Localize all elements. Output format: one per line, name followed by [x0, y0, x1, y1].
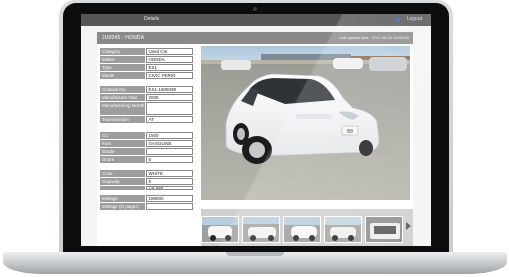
- spec-row: Type ES1: [100, 63, 193, 71]
- thumbnail[interactable]: [365, 216, 403, 243]
- spec-group-basic: Category Used Car Maker HONDA Type ES1 Mode…: [100, 47, 193, 79]
- spec-value: GASOLINE: [145, 139, 193, 147]
- spec-row: 1.5L Blue: [100, 185, 193, 190]
- chevron-right-icon[interactable]: [406, 222, 411, 230]
- thumbnail[interactable]: [242, 216, 280, 243]
- spec-label: Manufacturing Month: [100, 101, 145, 115]
- spec-row: Transmission AT: [100, 115, 193, 123]
- spec-label: Mileage: [100, 194, 145, 202]
- spec-label: Type: [100, 63, 145, 71]
- spec-row: Maker HONDA: [100, 55, 193, 63]
- spec-row: Chassis No. ES1-1605039: [100, 85, 193, 93]
- webcam: [253, 7, 257, 11]
- spec-label: Maker: [100, 55, 145, 63]
- spec-value: 5: [145, 177, 193, 185]
- spec-value: [145, 202, 193, 210]
- spec-row: Color WHITE: [100, 169, 193, 177]
- spec-row: Manufacturing Month: [100, 101, 193, 115]
- base-notch: [226, 252, 284, 256]
- spec-row: Grade: [100, 147, 193, 155]
- spec-label: Fuel: [100, 139, 145, 147]
- spec-row: Doors 5: [100, 155, 193, 163]
- spec-value: Used Car: [145, 47, 193, 55]
- spec-row: Mileage (in pages): [100, 202, 193, 210]
- license-plate-text: 88: [347, 129, 353, 135]
- spec-label: Mileage (in pages): [100, 202, 145, 210]
- spec-row: Category Used Car: [100, 47, 193, 55]
- spec-value: CIVIC FERIO: [145, 71, 193, 79]
- spec-value: [145, 101, 193, 115]
- spec-group-mileage: Mileage 199000 Mileage (in pages): [100, 194, 193, 210]
- spec-value: HONDA: [145, 55, 193, 63]
- detail-panel: JU0045 : HONDA Last update date : 2011-0…: [97, 32, 413, 246]
- logout-button[interactable]: Logout: [407, 16, 422, 22]
- main-vehicle-photo[interactable]: 88: [201, 46, 410, 200]
- spec-label: Color: [100, 169, 145, 177]
- spec-label: Manufacture Year: [100, 93, 145, 101]
- spec-label: CC: [100, 131, 145, 139]
- spec-value: [145, 147, 193, 155]
- spec-value: ES1-1605039: [145, 85, 193, 93]
- spec-value: WHITE: [145, 169, 193, 177]
- spec-value: 1.5L Blue: [145, 185, 193, 190]
- spec-row: Mileage 199000: [100, 194, 193, 202]
- spec-row: Fuel GASOLINE: [100, 139, 193, 147]
- spec-label: Transmission: [100, 115, 145, 123]
- spec-value: AT: [145, 115, 193, 123]
- spec-value: 2005: [145, 93, 193, 101]
- logout-icon[interactable]: [395, 17, 400, 22]
- vehicle-header: JU0045 : HONDA Last update date : 2011-0…: [97, 32, 413, 44]
- spec-label: Capacity: [100, 177, 145, 185]
- screen: Details Logout JU0045 : HONDA Last updat…: [81, 14, 431, 246]
- spec-label: [100, 185, 145, 190]
- thumbnail[interactable]: [283, 216, 321, 243]
- spec-row: Model CIVIC FERIO: [100, 71, 193, 79]
- spec-label: Category: [100, 47, 145, 55]
- last-update-date: Last update date : 2011-05-02 16:53:00: [339, 35, 409, 40]
- spec-row: Capacity 5: [100, 177, 193, 185]
- spec-label: Doors: [100, 155, 145, 163]
- spec-row: CC 1500: [100, 131, 193, 139]
- tab-details[interactable]: Details: [144, 16, 159, 22]
- thumbnail[interactable]: [324, 216, 362, 243]
- spec-group-engine: CC 1500 Fuel GASOLINE Grade Doors 5: [100, 131, 193, 163]
- top-nav-bar: Details Logout: [81, 14, 431, 26]
- spec-value: 199000: [145, 194, 193, 202]
- vehicle-title: JU0045 : HONDA: [102, 35, 145, 41]
- spec-group-body: Color WHITE Capacity 5 1.5L Blue: [100, 169, 193, 190]
- thumbnail[interactable]: [201, 216, 239, 243]
- spec-value: 1500: [145, 131, 193, 139]
- spec-group-chassis: Chassis No. ES1-1605039 Manufacture Year 2…: [100, 85, 193, 123]
- spec-value: 5: [145, 155, 193, 163]
- spec-label: Model: [100, 71, 145, 79]
- spec-row: Manufacture Year 2005: [100, 93, 193, 101]
- spec-label: Chassis No.: [100, 85, 145, 93]
- spec-value: ES1: [145, 63, 193, 71]
- spec-label: Grade: [100, 147, 145, 155]
